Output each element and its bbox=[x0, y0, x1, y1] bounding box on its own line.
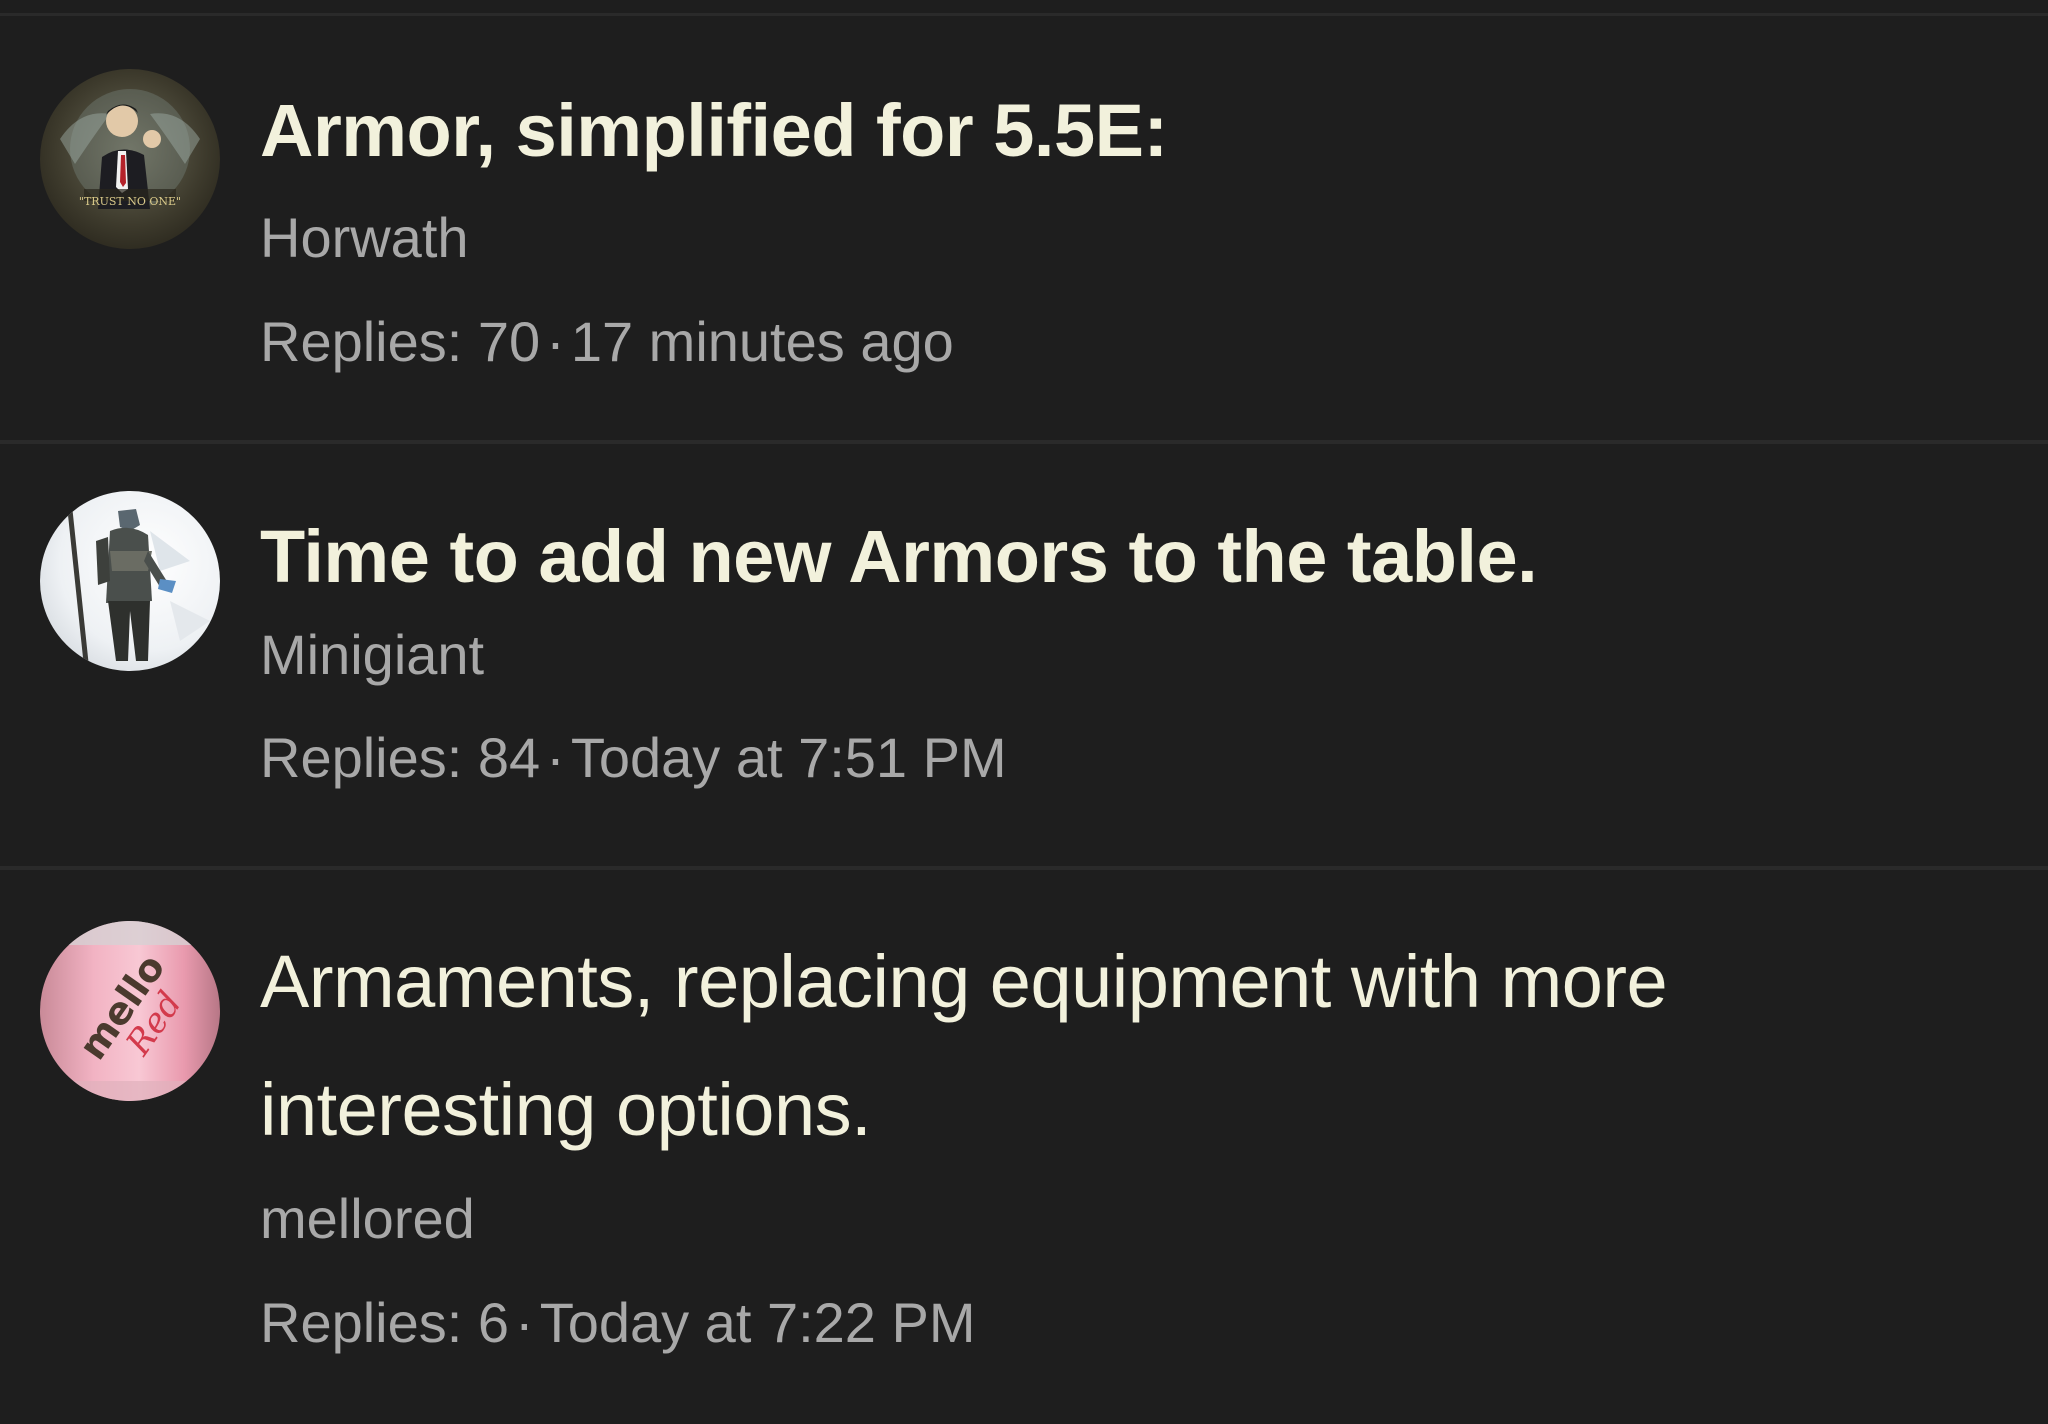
meta-separator: · bbox=[546, 310, 565, 373]
thread-time[interactable]: Today at 7:51 PM bbox=[571, 726, 1007, 789]
avatar-minigiant[interactable] bbox=[40, 491, 220, 671]
avatar-image: mello Red bbox=[40, 921, 220, 1101]
thread-item[interactable]: mello Red Armaments, replacing equipment… bbox=[0, 870, 2048, 1424]
avatar-horwath[interactable]: "TRUST NO ONE" bbox=[40, 69, 220, 249]
thread-list-page: "TRUST NO ONE" Armor, simplified for 5.5… bbox=[0, 0, 2048, 1424]
replies-count: Replies: 84 bbox=[260, 726, 541, 789]
thread-title[interactable]: Armor, simplified for 5.5E: bbox=[260, 67, 1168, 195]
meta-separator: · bbox=[515, 1291, 534, 1354]
avatar-image bbox=[40, 491, 220, 671]
avatar-image: "TRUST NO ONE" bbox=[40, 69, 220, 249]
thread-item[interactable]: "TRUST NO ONE" Armor, simplified for 5.5… bbox=[0, 16, 2048, 444]
replies-count: Replies: 70 bbox=[260, 310, 541, 373]
thread-author[interactable]: Minigiant bbox=[260, 620, 484, 690]
thread-meta: Replies: 6 · Today at 7:22 PM bbox=[260, 1288, 976, 1358]
thread-time[interactable]: Today at 7:22 PM bbox=[540, 1291, 976, 1354]
thread-title[interactable]: Time to add new Armors to the table. bbox=[260, 493, 1538, 621]
thread-meta: Replies: 70 · 17 minutes ago bbox=[260, 307, 954, 377]
replies-count: Replies: 6 bbox=[260, 1291, 510, 1354]
thread-meta: Replies: 84 · Today at 7:51 PM bbox=[260, 723, 1007, 793]
thread-item[interactable]: Time to add new Armors to the table. Min… bbox=[0, 444, 2048, 870]
thread-author[interactable]: mellored bbox=[260, 1184, 475, 1254]
avatar-mellored[interactable]: mello Red bbox=[40, 921, 220, 1101]
meta-separator: · bbox=[546, 726, 565, 789]
avatar-caption: "TRUST NO ONE" bbox=[79, 195, 181, 208]
thread-author[interactable]: Horwath bbox=[260, 203, 469, 273]
thread-title[interactable]: Armaments, replacing equipment with more… bbox=[260, 918, 1960, 1174]
thread-time[interactable]: 17 minutes ago bbox=[571, 310, 954, 373]
